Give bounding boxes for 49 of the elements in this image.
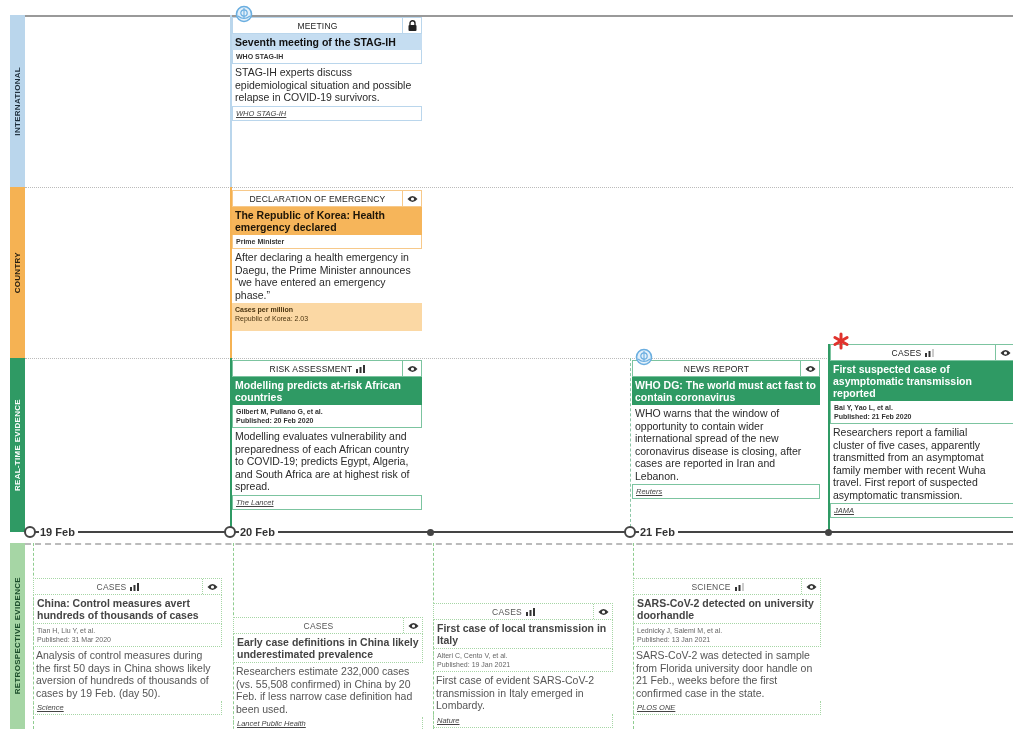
category-label: RISK ASSESSMENT [269,363,353,374]
eye-icon[interactable] [406,194,418,203]
event-description: Modelling evaluates vulnerability and preparedness of each African country to COVID-19; predicts Egypt, Algeria, and South Africa are at highest risk of spread. [234,429,411,494]
eye-icon[interactable] [206,582,218,591]
category-label: CASES [891,347,922,358]
event-title: Early case definitions in China likely underestimated prevalence [233,634,423,663]
event-title: WHO DG: The world must act fast to contain coronavirus [632,377,820,405]
lane-label: INTERNATIONAL [10,15,25,187]
eye-icon[interactable] [406,364,418,373]
event-title: The Republic of Korea: Health emergency declared [232,207,422,235]
eye-icon[interactable] [999,348,1011,357]
eye-icon[interactable] [407,621,419,630]
event-title: First case of local transmission in Italy [433,620,613,649]
event-description: SARS-CoV-2 was detected in sample from Florida university door handle on 21 Feb., weeks before the first confirmed case in the state. [635,648,814,701]
eye-icon[interactable] [804,364,816,373]
event-title: China: Control measures avert hundreds of thousands of cases [33,595,222,624]
event-description: WHO warns that the window of opportunity to contain wider international spread of the new coronavirus disease is closing, after cases are reported in Iran and Lebanon. [634,406,803,484]
event-description: After declaring a health emergency in Daegu, the Prime Minister announces “we have entered an emergency phase.” [234,250,412,303]
signal-bars-icon [734,582,744,591]
date-label: 21 Feb [639,526,678,538]
lane-label: COUNTRY [10,187,25,358]
event-description: First case of evident SARS-CoV-2 transmission in Italy emerged in Lombardy. [435,673,596,713]
date-label: 19 Feb [39,526,78,538]
category-label: DECLARATION OF EMERGENCY [249,193,386,204]
signal-bars-icon [525,607,535,616]
category-label: SCIENCE [691,581,731,592]
eye-icon[interactable] [597,607,609,616]
lane-label: REAL-TIME EVIDENCE [10,358,25,532]
category-label: NEWS REPORT [683,363,750,374]
date-label: 20 Feb [239,526,278,538]
lane-label: RETROSPECTIVE EVIDENCE [10,543,25,729]
signal-bars-icon [130,582,140,591]
event-description: Researchers estimate 232,000 cases (vs. 55,508 confirmed) in China by 20 Feb. if less narrow case definition had been used. [235,664,414,717]
event-title: SARS-CoV-2 detected on university doorhandle [633,595,821,624]
category-label: CASES [492,606,522,617]
event-title: Seventh meeting of the STAG-IH [232,34,422,50]
event-title: Modelling predicts at-risk African countries [232,377,422,405]
signal-bars-icon [356,364,366,373]
asterisk-icon [832,332,850,350]
category-label: CASES [303,620,334,631]
category-label: CASES [96,581,127,592]
event-description: STAG-IH experts discuss epidemiological situation and possible relapse in COVID-19 survivors. [234,65,413,105]
event-description: Researchers report a familial cluster of five cases, apparently transmitted from an asymptomat family member with recent Wuha travel. First report of suspected asymptomatic transmission. [832,425,987,503]
category-label: MEETING [297,20,338,31]
signal-bars-icon [925,348,935,357]
event-title: First suspected case of asymptomatic transmission reported [830,361,1013,401]
event-description: Analysis of control measures during the first 50 days in China shows likely aversion of hundreds of thousands of cases by 19 Feb. (day 50). [35,648,212,701]
lock-icon [407,20,417,31]
eye-icon[interactable] [805,582,817,591]
